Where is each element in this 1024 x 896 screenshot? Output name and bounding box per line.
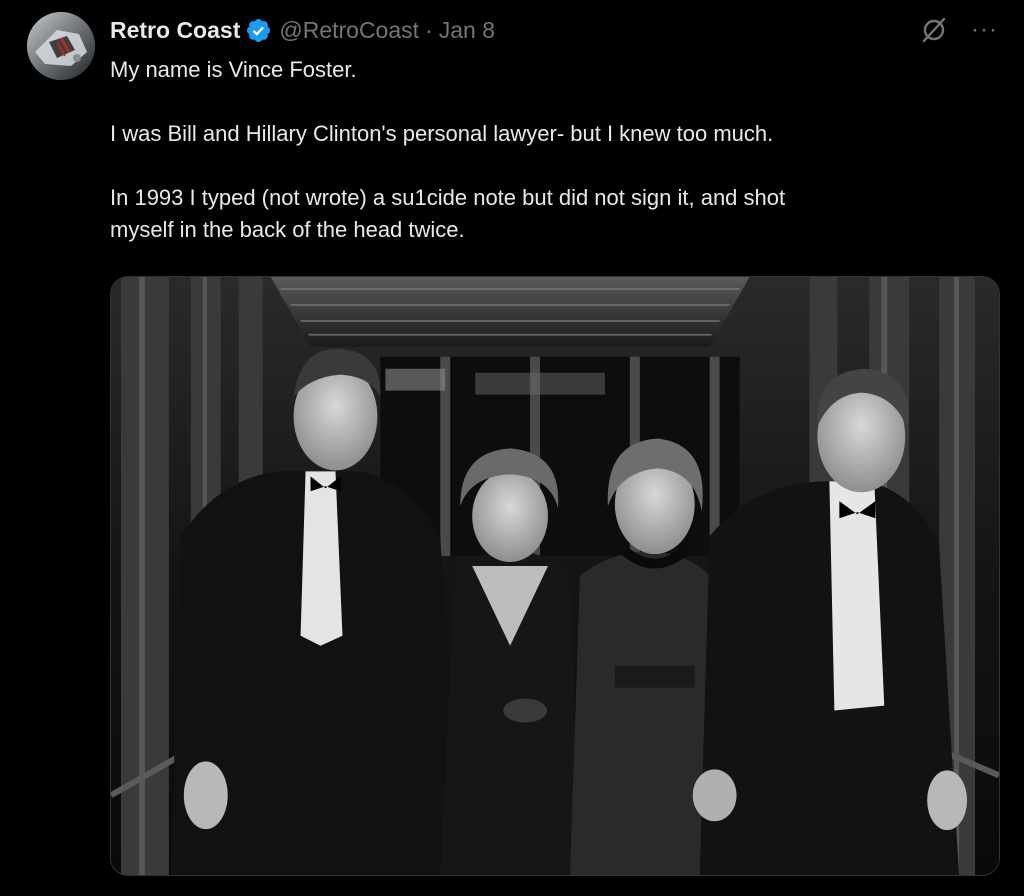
tweet-text: My name is Vince Foster. I was Bill and … <box>110 54 990 246</box>
photo-image <box>111 277 999 875</box>
tweet[interactable]: Retro Coast @RetroCoast · Jan 8 ··· My n… <box>0 0 1024 896</box>
display-name[interactable]: Retro Coast <box>110 17 240 44</box>
separator-dot: · <box>425 16 433 43</box>
handle[interactable]: @RetroCoast <box>279 17 419 44</box>
verified-badge-icon[interactable] <box>245 17 272 44</box>
timestamp[interactable]: Jan 8 <box>439 17 495 44</box>
tweet-paragraph: My name is Vince Foster. <box>110 57 357 82</box>
tweet-photo[interactable] <box>110 276 1000 876</box>
tweet-paragraph: I was Bill and Hillary Clinton's persona… <box>110 121 774 146</box>
avatar[interactable] <box>27 12 95 80</box>
tweet-actions: ··· <box>919 14 998 46</box>
grok-icon[interactable] <box>919 15 949 45</box>
tweet-header: Retro Coast @RetroCoast · Jan 8 <box>110 14 495 46</box>
tweet-paragraph: In 1993 I typed (not wrote) a su1cide no… <box>110 185 786 242</box>
avatar-image <box>27 12 95 80</box>
more-options-icon[interactable]: ··· <box>971 18 998 42</box>
